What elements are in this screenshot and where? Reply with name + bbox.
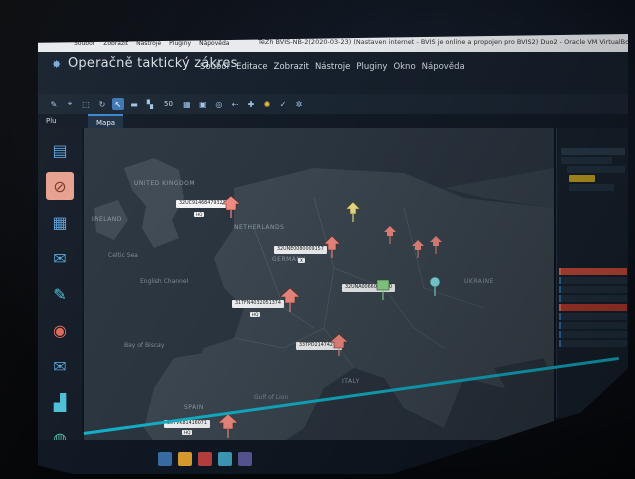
map-label-ireland: IRELAND bbox=[92, 216, 122, 223]
unit-marker-yellow[interactable] bbox=[346, 202, 360, 222]
mail-icon[interactable]: ✉ bbox=[46, 244, 74, 272]
left-sidebar: ▤ ⊘ ▦ ✉ ✎ ◉ ✉ ▟ ◍ bbox=[38, 128, 82, 474]
unit-marker-green[interactable] bbox=[376, 280, 390, 300]
taskbar-app-icon[interactable] bbox=[198, 452, 212, 466]
map-label-netherlands: NETHERLANDS bbox=[234, 224, 285, 231]
envelope-icon[interactable]: ✉ bbox=[46, 352, 74, 380]
unit-marker-red[interactable] bbox=[222, 196, 240, 218]
layer-tree[interactable] bbox=[561, 148, 625, 193]
main-menu: Soubor Editace Zobrazit Nástroje Pluginy… bbox=[200, 62, 465, 72]
unit-tag[interactable]: X bbox=[298, 258, 305, 263]
unit-tag[interactable]: HQ bbox=[182, 430, 193, 435]
grid-icon[interactable]: ▦ bbox=[181, 98, 193, 110]
menu-okno[interactable]: Okno bbox=[393, 62, 415, 72]
app-logo-icon: ✸ bbox=[52, 58, 62, 71]
arrow-left-icon[interactable]: ⇠ bbox=[229, 98, 241, 110]
taskbar-app-icon[interactable] bbox=[218, 452, 232, 466]
document-icon[interactable]: ▦ bbox=[46, 208, 74, 236]
map-label-italy: ITALY bbox=[342, 378, 360, 385]
app-header: ✸ Operačně taktický zákres Soubor Editac… bbox=[38, 52, 628, 94]
map-canvas[interactable]: UNITED KINGDOM IRELAND Celtic Sea Englis… bbox=[84, 128, 554, 468]
zoom-level[interactable]: 50 bbox=[164, 100, 173, 108]
target-icon[interactable]: ◎ bbox=[213, 98, 225, 110]
badge-icon[interactable]: ◉ bbox=[46, 316, 74, 344]
unit-marker-red[interactable] bbox=[430, 236, 442, 254]
map-land bbox=[94, 158, 554, 468]
layer-icon[interactable]: ▚ bbox=[144, 98, 156, 110]
move-icon[interactable]: ✚ bbox=[245, 98, 257, 110]
unit-marker-red[interactable] bbox=[412, 240, 424, 258]
map-label-english-channel: English Channel bbox=[140, 278, 189, 285]
sun-icon[interactable]: ✺ bbox=[261, 98, 273, 110]
tab-row: Plu Mapa bbox=[38, 114, 628, 130]
properties-panel[interactable] bbox=[559, 268, 627, 349]
unit-label[interactable]: 32UNE0080009157 bbox=[274, 246, 327, 254]
gear-icon[interactable]: ✲ bbox=[293, 98, 305, 110]
menu-pluginy[interactable]: Pluginy bbox=[356, 62, 387, 72]
select-arrow-icon[interactable]: ↖ bbox=[112, 98, 124, 110]
taskbar-app-icon[interactable] bbox=[158, 452, 172, 466]
unit-label[interactable]: 31TFN4032051374 bbox=[232, 300, 284, 308]
monitor-screen: Soubor Zobrazit Nástroje Pluginy Nápověd… bbox=[38, 34, 628, 474]
edit-icon[interactable]: ✎ bbox=[46, 280, 74, 308]
map-label-uk: UNITED KINGDOM bbox=[134, 180, 195, 187]
scale-icon[interactable]: ▬ bbox=[128, 98, 140, 110]
menu-soubor[interactable]: Soubor bbox=[200, 62, 230, 72]
taskbar-app-icon[interactable] bbox=[178, 452, 192, 466]
save-icon[interactable]: ▣ bbox=[197, 98, 209, 110]
map-label-spain: SPAIN bbox=[184, 404, 204, 411]
menu-zobrazit[interactable]: Zobrazit bbox=[274, 62, 309, 72]
unit-marker-red[interactable] bbox=[280, 288, 300, 312]
menu-editace[interactable]: Editace bbox=[236, 62, 268, 72]
pencil-icon[interactable]: ✎ bbox=[48, 98, 60, 110]
window-menu-item[interactable]: Nápověda bbox=[199, 40, 229, 47]
pin-icon[interactable]: ⌖ bbox=[64, 98, 76, 110]
panel-tab[interactable]: Plu bbox=[46, 117, 57, 125]
unit-label[interactable]: 32UC91468479321 bbox=[176, 200, 229, 208]
unit-marker-red[interactable] bbox=[324, 236, 340, 258]
unit-tag[interactable]: HQ bbox=[194, 212, 205, 217]
menu-nastroje[interactable]: Nástroje bbox=[315, 62, 350, 72]
menu-napoveda[interactable]: Nápověda bbox=[422, 62, 465, 72]
chart-icon[interactable]: ▟ bbox=[46, 388, 74, 416]
unit-marker-cyan[interactable] bbox=[428, 276, 442, 296]
taskbar-app-icon[interactable] bbox=[238, 452, 252, 466]
unit-marker-red[interactable] bbox=[330, 334, 348, 356]
right-panel bbox=[556, 128, 628, 418]
no-entry-icon[interactable]: ⊘ bbox=[46, 172, 74, 200]
rotate-icon[interactable]: ↻ bbox=[96, 98, 108, 110]
layers-icon[interactable]: ▤ bbox=[46, 136, 74, 164]
map-label-celtic-sea: Celtic Sea bbox=[108, 252, 138, 259]
unit-marker-red[interactable] bbox=[384, 226, 396, 244]
unit-tag[interactable]: HQ bbox=[250, 312, 261, 317]
map-label-gulf-of-lion: Gulf of Lion bbox=[254, 394, 289, 401]
map-toolbar: ✎ ⌖ ⬚ ↻ ↖ ▬ ▚ 50 ▦ ▣ ◎ ⇠ ✚ ✺ ✓ ✲ bbox=[38, 94, 628, 114]
map-label-ukraine: UKRAINE bbox=[464, 278, 494, 285]
map-label-bay-of-biscay: Bay of Biscay bbox=[124, 342, 165, 349]
zoom-box-icon[interactable]: ⬚ bbox=[80, 98, 92, 110]
check-icon[interactable]: ✓ bbox=[277, 98, 289, 110]
unit-marker-red[interactable] bbox=[218, 414, 238, 438]
window-title: TeZh BVIS-NB-2(2020-03-23) (Nastaven int… bbox=[258, 38, 628, 46]
